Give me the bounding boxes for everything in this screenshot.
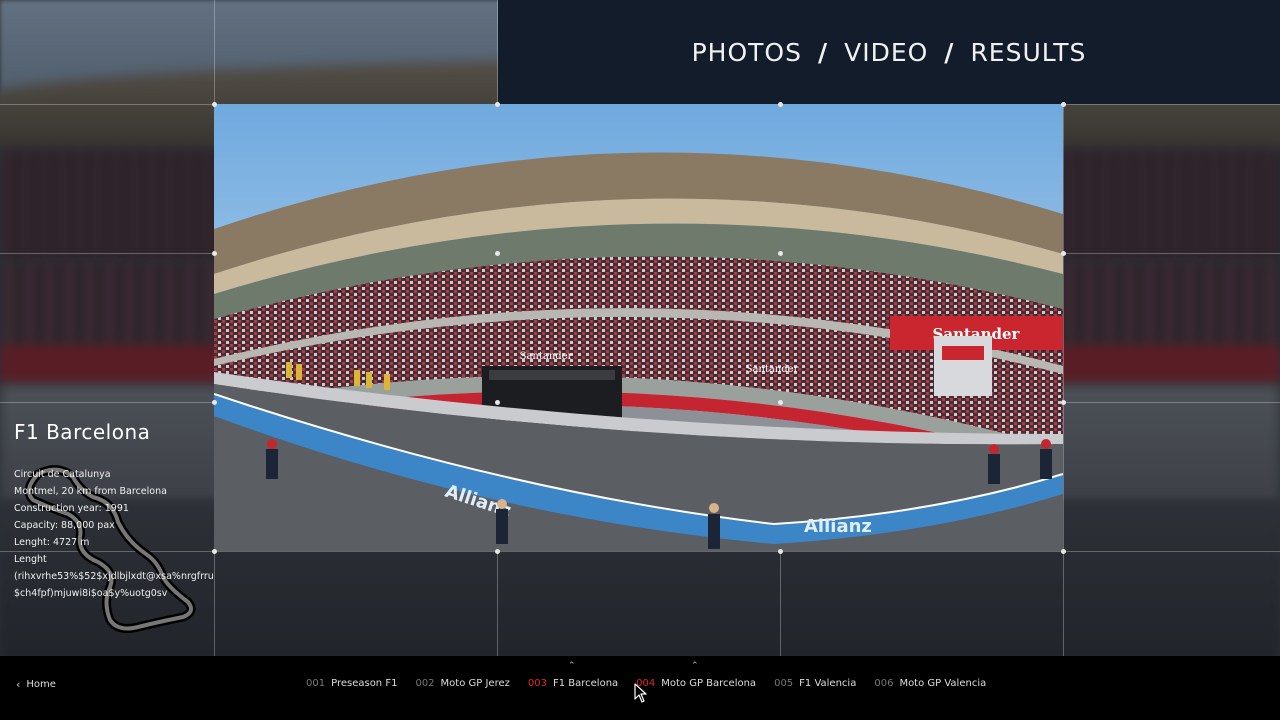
stadium-panorama: Santander Santander Santander Allianz Al… (214, 104, 1063, 551)
grid-dot (778, 251, 783, 256)
event-item-f1-barcelona[interactable]: ⌃ 003 F1 Barcelona (527, 661, 619, 689)
grid-dot (495, 251, 500, 256)
event-number: 002 (415, 678, 435, 689)
info-line: Lenght (14, 554, 47, 565)
nav-separator: / (817, 37, 829, 67)
event-number: 006 (874, 678, 894, 689)
info-line: Construction year: 1991 (14, 503, 129, 514)
chevron-up-icon: ⌃ (691, 661, 699, 671)
info-line: Lenght: 4727 m (14, 537, 90, 548)
info-panel: F1 Barcelona Circuit de Catalunya Montme… (14, 420, 224, 602)
grid-dot (212, 400, 217, 405)
home-label: Home (26, 679, 56, 690)
grid-dot (1061, 400, 1066, 405)
event-label: Preseason F1 (331, 678, 398, 689)
mouse-cursor-icon (634, 683, 647, 703)
nav-video-link[interactable]: VIDEO (844, 38, 928, 67)
top-navigation: PHOTOS / VIDEO / RESULTS (498, 0, 1280, 104)
event-label: F1 Valencia (799, 678, 857, 689)
event-label: Moto GP Jerez (440, 678, 510, 689)
nav-separator: / (944, 37, 955, 67)
grid-dot (778, 102, 783, 107)
info-line: Circuit de Catalunya (14, 469, 111, 480)
grid-dot (495, 102, 500, 107)
grid-dot (1061, 549, 1066, 554)
chevron-up-icon: ⌃ (568, 661, 576, 671)
event-number: 001 (306, 678, 326, 689)
info-line: $ch4fpf)mjuwi8i$oa$y%uotg0sv (14, 588, 168, 599)
event-item-f1-valencia[interactable]: 005 F1 Valencia (774, 678, 856, 689)
event-list: 001 Preseason F1 002 Moto GP Jerez ⌃ 003 F1… (306, 661, 1004, 689)
event-label: F1 Barcelona (552, 678, 619, 689)
event-item-moto-gp-valencia[interactable]: 006 Moto GP Valencia (874, 678, 986, 689)
sponsor-banner-text: Santander (520, 351, 573, 362)
event-item-moto-gp-jerez[interactable]: 002 Moto GP Jerez (415, 678, 509, 689)
nav-photos-link[interactable]: PHOTOS (692, 38, 802, 67)
event-number: 005 (774, 678, 794, 689)
grid-dot (495, 549, 500, 554)
grid-dot (778, 400, 783, 405)
event-title: F1 Barcelona (14, 420, 151, 444)
grid-dot (1061, 102, 1066, 107)
nav-results-link[interactable]: RESULTS (970, 38, 1086, 67)
event-number: 003 (527, 678, 547, 689)
info-line: Capacity: 88,000 pax (14, 520, 115, 531)
event-item-preseason-f1[interactable]: 001 Preseason F1 (306, 678, 397, 689)
main-photo[interactable]: Santander Santander Santander Allianz Al… (214, 104, 1063, 551)
grid-dot (495, 400, 500, 405)
grid-dot (212, 251, 217, 256)
sponsor-banner-text: Santander (746, 364, 799, 375)
track-sponsor-text: Allianz (804, 516, 872, 537)
chevron-left-icon: ‹ (16, 678, 21, 691)
grid-dot (778, 549, 783, 554)
event-label: Moto GP Barcelona (661, 678, 757, 689)
info-line: (rihxvrhe53%$52$xjdlbjlxdt@xsa%nrgfrru (14, 571, 214, 582)
event-item-moto-gp-barcelona[interactable]: ⌃ 004 Moto GP Barcelona (636, 661, 757, 689)
grid-dot (1061, 251, 1066, 256)
grid-dot (212, 102, 217, 107)
event-label: Moto GP Valencia (899, 678, 987, 689)
info-line: Montmel, 20 km from Barcelona (14, 486, 167, 497)
home-link[interactable]: ‹ Home (16, 678, 56, 691)
